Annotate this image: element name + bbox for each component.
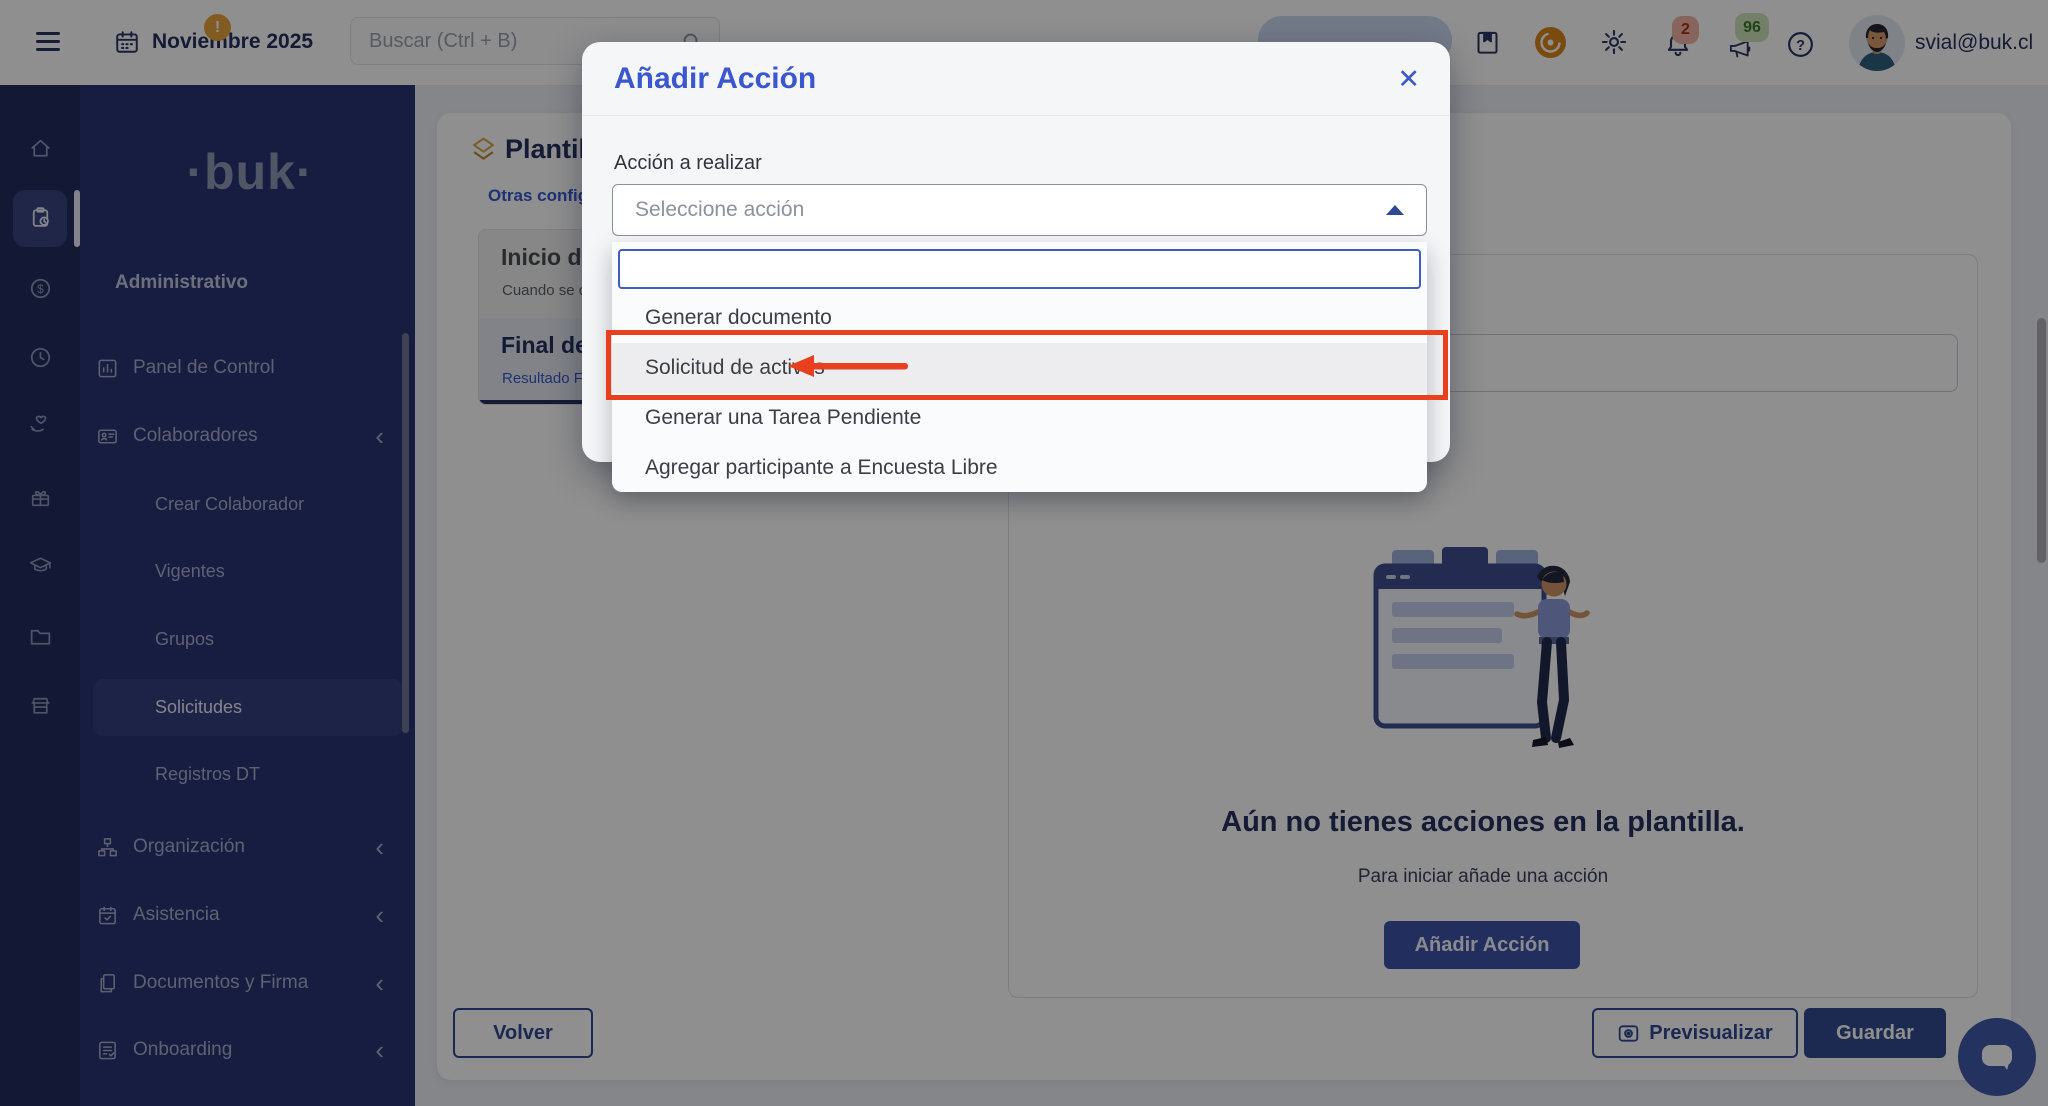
action-select[interactable]: Seleccione acción xyxy=(612,184,1427,236)
chevron-up-icon xyxy=(1386,205,1404,215)
annotation-highlight-box xyxy=(606,330,1448,400)
modal-title: Añadir Acción xyxy=(614,62,816,96)
close-icon[interactable]: ✕ xyxy=(1397,64,1420,95)
select-placeholder: Seleccione acción xyxy=(635,198,804,222)
option-generar-tarea-pendiente[interactable]: Generar una Tarea Pendiente xyxy=(612,393,1427,443)
dropdown-search-input[interactable] xyxy=(618,249,1421,289)
option-agregar-participante[interactable]: Agregar participante a Encuesta Libre xyxy=(612,443,1427,493)
app-window: Noviembre 2025 ! 2 96 ? xyxy=(0,0,2048,1106)
action-field-label: Acción a realizar xyxy=(614,152,762,175)
annotation-arrow-icon xyxy=(788,352,914,380)
